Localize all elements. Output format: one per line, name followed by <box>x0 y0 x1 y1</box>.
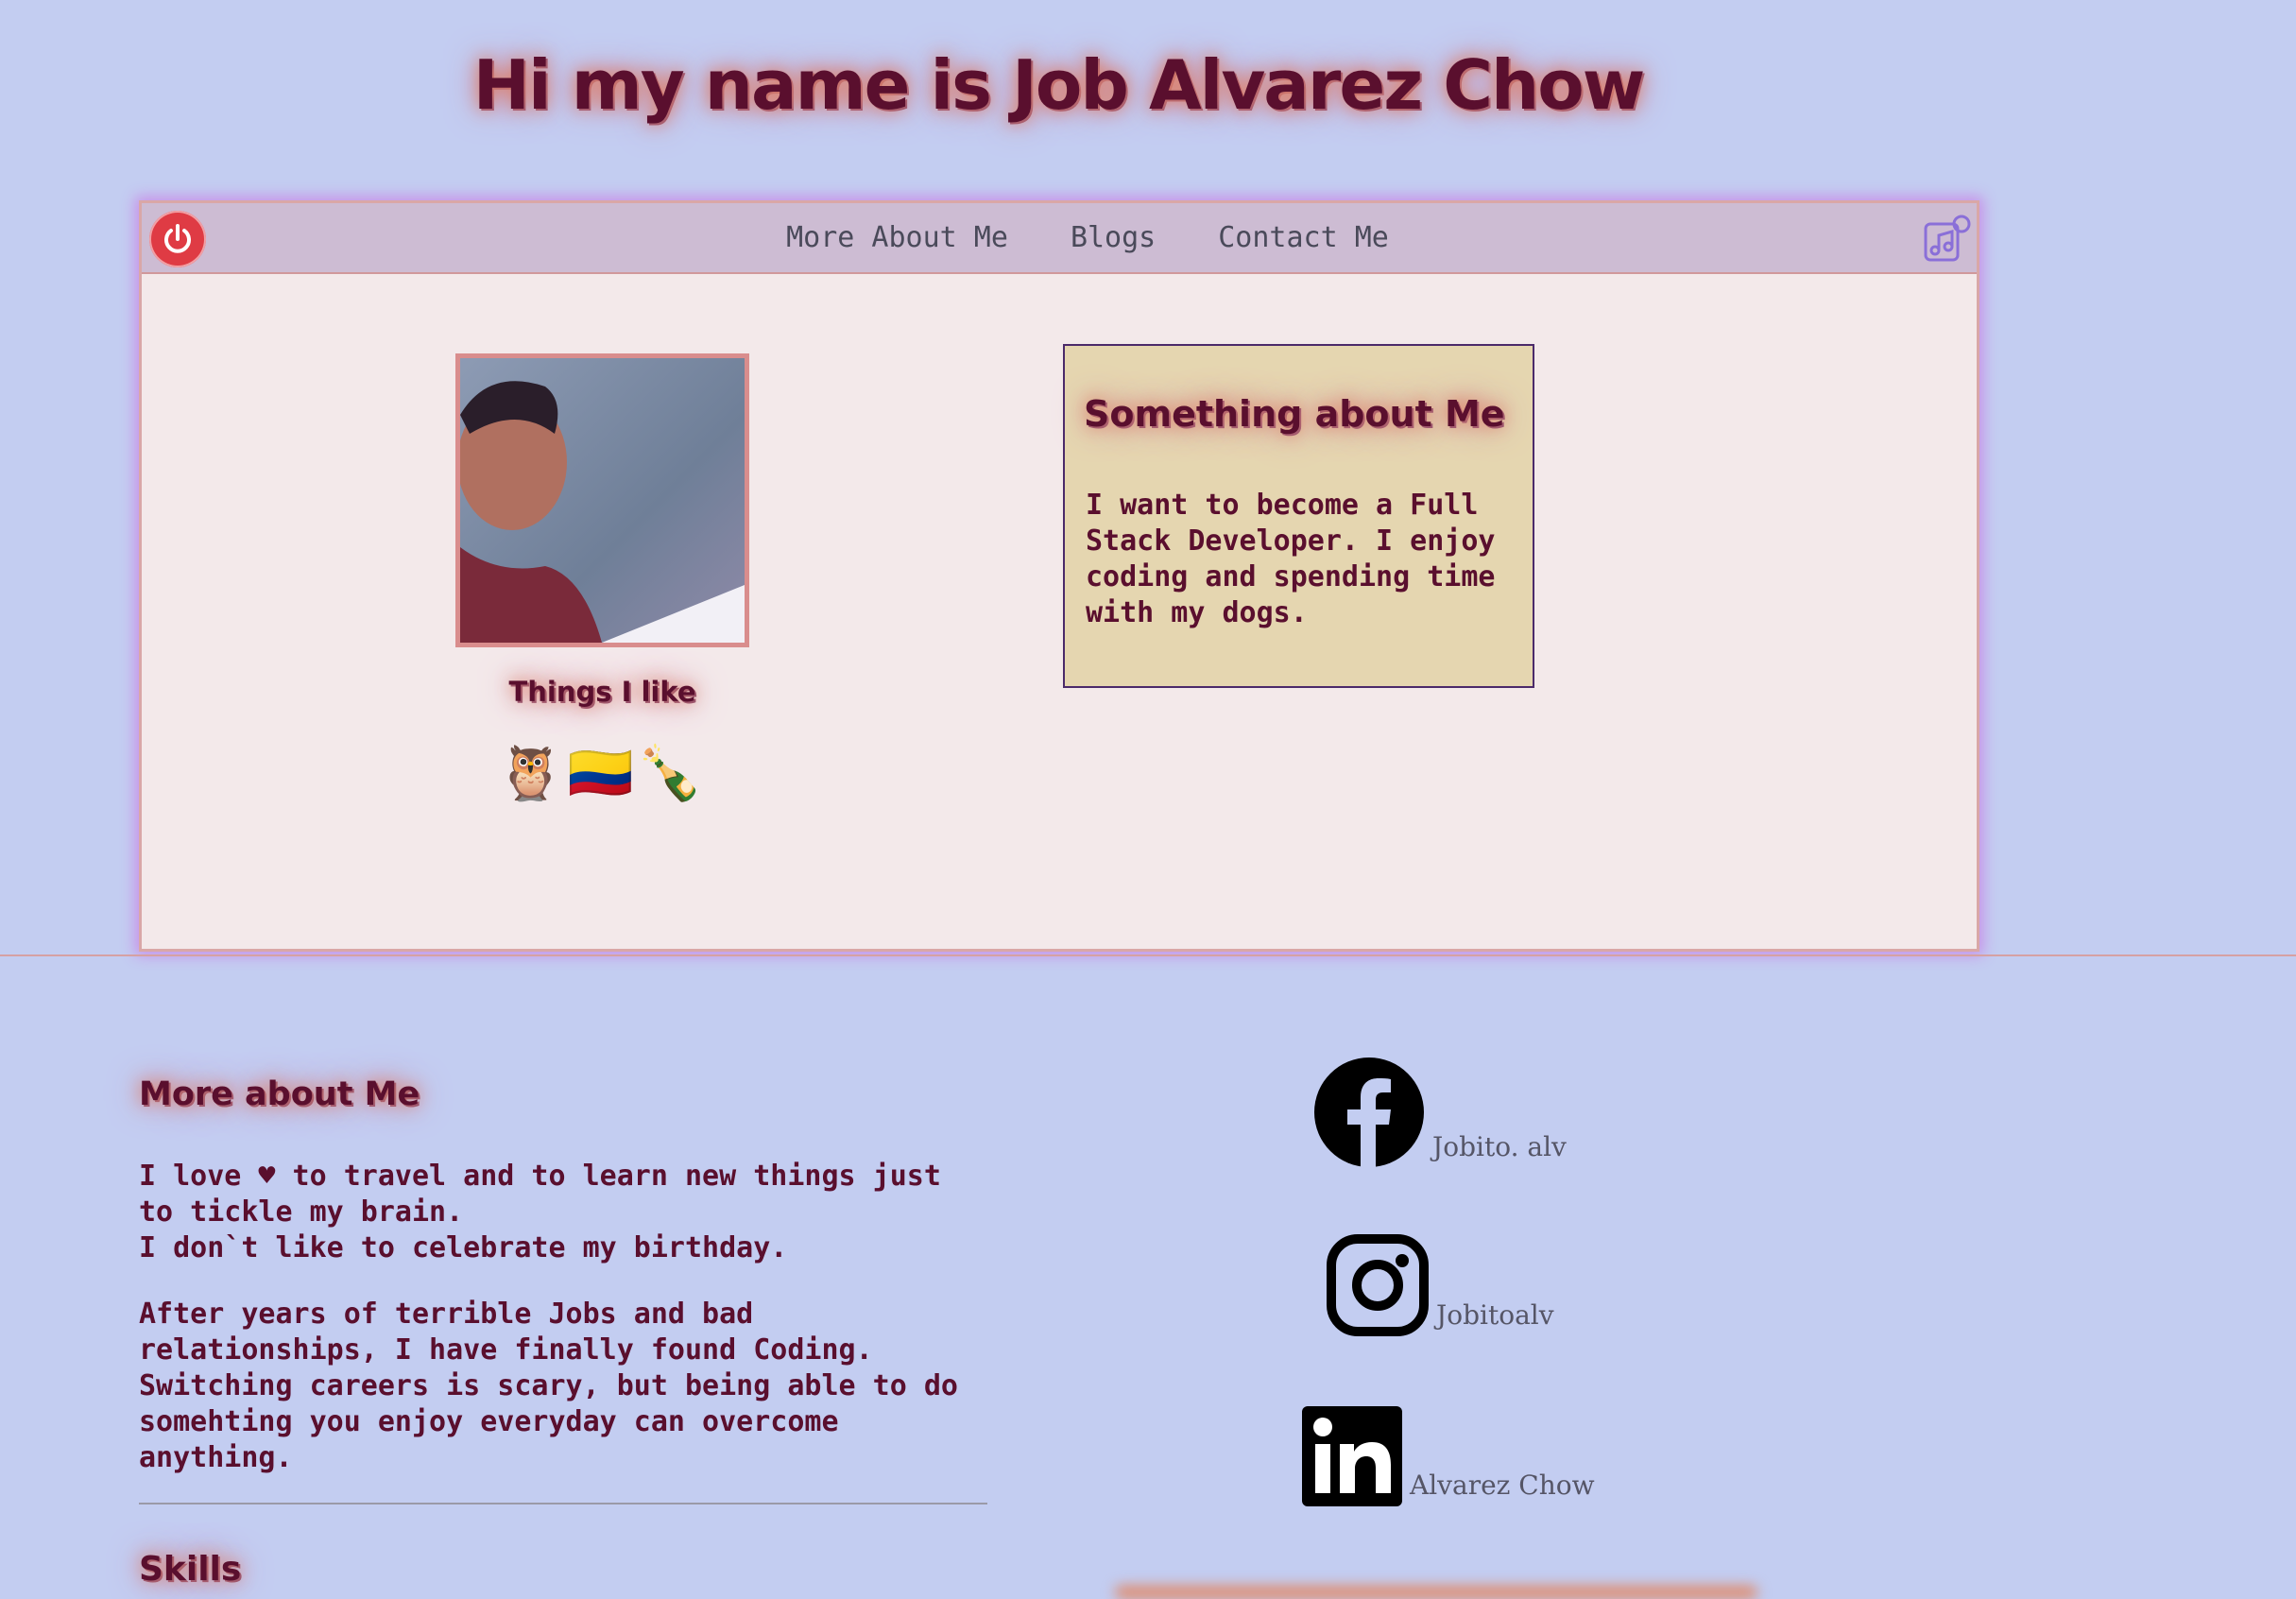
music-button[interactable] <box>1920 213 1973 266</box>
instagram-icon <box>1327 1234 1429 1336</box>
nav-link-more-about-me[interactable]: More About Me <box>786 221 1008 254</box>
more-about-me-heading: More about Me <box>139 1075 420 1113</box>
about-card: Something about Me I want to become a Fu… <box>1063 344 1534 688</box>
hero-card: More About Me Blogs Contact Me Things I … <box>139 200 1979 952</box>
nav-link-contact-me[interactable]: Contact Me <box>1218 221 1389 254</box>
music-icon <box>1924 215 1971 262</box>
instagram-link[interactable]: Jobitoalv <box>1327 1234 1554 1336</box>
about-card-title: Something about Me <box>1084 393 1505 435</box>
facebook-link[interactable]: Jobito. alv <box>1313 1057 1567 1168</box>
facebook-icon <box>1314 1057 1424 1168</box>
linkedin-label: Alvarez Chow <box>1410 1470 1595 1501</box>
facebook-label: Jobito. alv <box>1432 1131 1567 1162</box>
linkedin-link[interactable]: Alvarez Chow <box>1302 1406 1595 1506</box>
section-rule <box>139 1503 987 1504</box>
section-divider <box>0 954 2296 956</box>
things-i-like-heading: Things I like <box>508 676 696 708</box>
page-title: Hi my name is Job Alvarez Chow <box>472 45 1646 125</box>
next-heading-glow <box>1115 1586 1757 1599</box>
linkedin-icon <box>1302 1406 1402 1506</box>
more-text-line2: I don`t like to celebrate my birthday. <box>139 1231 788 1264</box>
liked-things-emojis: 🦉🇨🇴🍾 <box>497 743 708 804</box>
nav-link-blogs[interactable]: Blogs <box>1071 221 1156 254</box>
nav-links: More About Me Blogs Contact Me <box>142 203 1977 272</box>
profile-photo <box>455 353 749 647</box>
skills-heading: Skills <box>139 1550 242 1589</box>
more-text-paragraph: After years of terrible Jobs and bad rel… <box>139 1298 958 1474</box>
more-text-line1: I love ♥ to travel and to learn new thin… <box>139 1160 941 1229</box>
instagram-label: Jobitoalv <box>1436 1299 1554 1331</box>
about-card-text: I want to become a Full Stack Developer.… <box>1086 489 1496 629</box>
navbar: More About Me Blogs Contact Me <box>142 203 1977 274</box>
